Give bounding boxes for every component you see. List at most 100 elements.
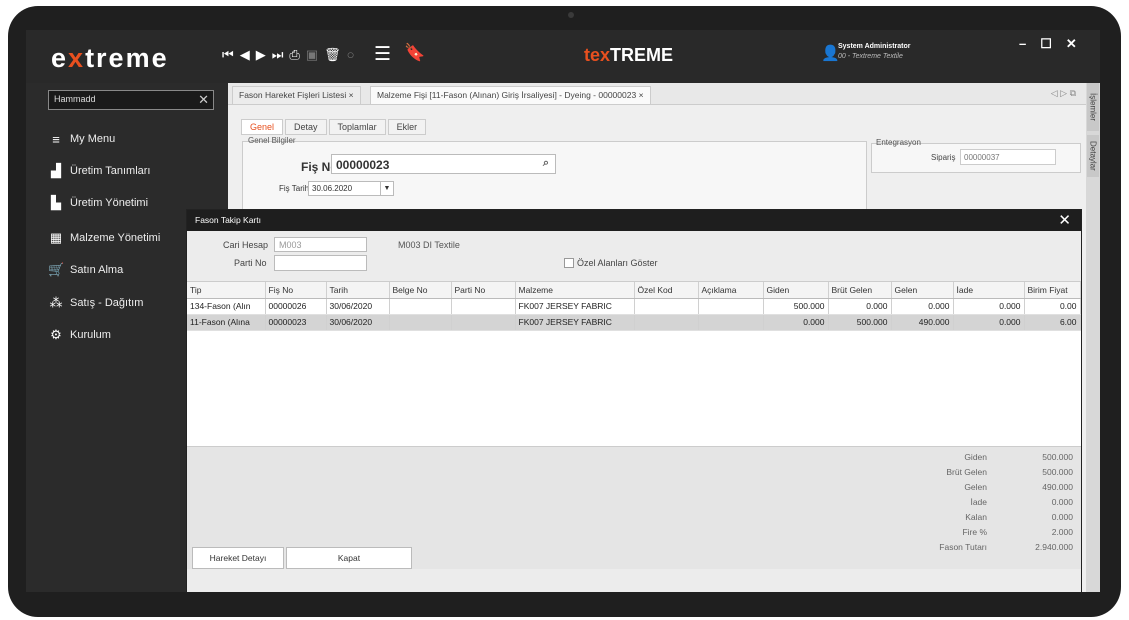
clear-search-icon[interactable]: ✕ [198,92,209,108]
summary-fason-tutari: Fason Tutarı 2.940.000 [939,542,1073,552]
delete-icon[interactable]: 🗑 [324,47,341,63]
subtab-toplamlar[interactable]: Toplamlar [328,119,386,135]
gear-icon: ⚙ [50,327,62,342]
fisno-field[interactable]: 00000023 ⌕ [331,154,556,174]
siparis-field[interactable]: 00000037 [960,149,1056,165]
refresh-icon[interactable]: ○ [347,47,355,63]
siparis-label: Sipariş [931,153,956,162]
record-navigation: ⏮ ◀ ▶ ⏭ ⎙ ▣ 🗑 ○ [222,47,354,63]
minimize-icon[interactable]: – [1019,36,1026,52]
sidebar-item-kurulum[interactable]: ⚙ Kurulum [48,325,111,345]
col-tarih[interactable]: Tarih [326,282,390,299]
col-birim-fiyat[interactable]: Birim Fiyat [1024,282,1081,299]
dialog-buttons: Hareket Detayı Kapat [187,547,1081,592]
parti-no-field[interactable] [274,255,367,271]
factory-roof-icon: ▙ [51,195,61,210]
summary-iade: İade 0.000 [970,497,1073,507]
network-icon: ⁂ [49,295,63,310]
col-partino[interactable]: Parti No [451,282,516,299]
tab-navigation: ◁ ▷ ⧉ [1051,88,1076,99]
tab-fason-hareket-listesi[interactable]: Fason Hareket Fişleri Listesi × [232,86,361,104]
table-header-row: Tip Fiş No Tarih Belge No Parti No Malze… [187,282,1081,299]
summary-gelen: Gelen 490.000 [964,482,1073,492]
cari-hesap-field[interactable]: M003 [274,237,367,252]
summary-brut-gelen: Brüt Gelen 500.000 [946,467,1073,477]
menu-search-input[interactable]: Hammadd ✕ [48,90,214,110]
window-controls: – ☐ ✕ [1019,36,1077,52]
ozel-alanlar-checkbox[interactable] [564,258,574,268]
sidebar-item-uretim-yonetimi[interactable]: ▙ Üretim Yönetimi [48,193,148,213]
print-icon[interactable]: ⎙ [289,47,299,63]
sidebar-item-satin-alma[interactable]: 🛒 Satın Alma [48,260,123,280]
col-aciklama[interactable]: Açıklama [698,282,764,299]
col-giden[interactable]: Giden [763,282,829,299]
cari-hesap-label: Cari Hesap [223,240,269,250]
col-iade[interactable]: İade [953,282,1025,299]
bookmark-icon[interactable]: 🔖 [404,43,425,63]
menu-star-icon: ≡ [52,131,60,147]
save-icon[interactable]: ▣ [306,47,318,63]
form-subtabs: Genel Detay Toplamlar Ekler [241,119,428,135]
sidebar-item-satis-dagitim[interactable]: ⁂ Satış - Dağıtım [48,293,144,313]
subtab-detay[interactable]: Detay [285,119,327,135]
col-gelen[interactable]: Gelen [891,282,954,299]
tab-list-icon[interactable]: ⧉ [1070,88,1076,98]
user-name: System Administrator [838,43,911,50]
tab-next-icon[interactable]: ▷ [1060,88,1067,98]
detaylar-side-tab[interactable]: Detaylar [1087,135,1099,177]
subtab-ekler[interactable]: Ekler [387,119,427,135]
summary-fire: Fire % 2.000 [962,527,1073,537]
cart-icon: 🛒 [48,262,65,277]
chevron-down-icon[interactable]: ▼ [380,182,393,195]
fis-tarihi-field[interactable]: 30.06.2020 ▼ [308,181,394,196]
user-company: 00 - Textreme Textile [838,53,903,60]
dialog-close-icon[interactable]: ✕ [1058,211,1071,229]
entegrasyon-label: Entegrasyon [876,138,921,147]
brand-logo: texTREME [584,45,674,65]
first-record-icon[interactable]: ⏮ [222,47,234,63]
close-tab-icon[interactable]: × [639,90,644,100]
table-row[interactable]: 11-Fason (Alına 00000023 30/06/2020 FK00… [187,314,1081,331]
parti-no-label: Parti No [234,258,267,268]
tab-prev-icon[interactable]: ◁ [1051,88,1058,98]
next-record-icon[interactable]: ▶ [256,47,266,63]
hareket-detayi-button[interactable]: Hareket Detayı [192,547,284,569]
fason-table: Tip Fiş No Tarih Belge No Parti No Malze… [187,282,1081,331]
kapat-button[interactable]: Kapat [286,547,412,569]
document-tabs: Fason Hareket Fişleri Listesi × Malzeme … [228,83,1086,105]
cari-hesap-name: M003 DI Textile [398,240,460,250]
table-row[interactable]: 134-Fason (Alın 00000026 30/06/2020 FK00… [187,298,1081,315]
close-window-icon[interactable]: ✕ [1066,36,1077,52]
sidebar-item-my-menu[interactable]: ≡ My Menu [48,129,115,149]
factory-icon: ▟ [51,163,61,178]
islemler-side-tab[interactable]: İşlemler [1087,83,1099,131]
tab-malzeme-fisi[interactable]: Malzeme Fişi [11-Fason (Alınan) Giriş İr… [370,86,651,104]
fason-grid: Tip Fiş No Tarih Belge No Parti No Malze… [187,281,1081,447]
camera-dot [568,12,574,18]
maximize-icon[interactable]: ☐ [1040,36,1052,52]
sidebar-item-malzeme-yonetimi[interactable]: ▦ Malzeme Yönetimi [48,228,160,248]
col-ozelkod[interactable]: Özel Kod [634,282,699,299]
col-belgeno[interactable]: Belge No [389,282,452,299]
summary-kalan: Kalan 0.000 [965,512,1073,522]
dialog-titlebar: Fason Takip Kartı ✕ [187,210,1081,231]
app-screen: extreme ⏮ ◀ ▶ ⏭ ⎙ ▣ 🗑 ○ ☰ 🔖 texTREME 👤 S… [26,30,1100,592]
col-tip[interactable]: Tip [187,282,266,299]
col-malzeme[interactable]: Malzeme [515,282,635,299]
ozel-alanlar-label: Özel Alanları Göster [577,258,658,268]
dialog-title: Fason Takip Kartı [195,215,261,225]
user-icon: 👤 [821,45,840,62]
boxes-icon: ▦ [49,230,63,245]
col-fisno[interactable]: Fiş No [265,282,327,299]
subtab-genel[interactable]: Genel [241,119,284,135]
close-tab-icon[interactable]: × [349,90,354,100]
summary-giden: Giden 500.000 [964,452,1073,462]
search-icon[interactable]: ⌕ [543,157,549,170]
right-side-strip: İşlemler Detaylar [1086,83,1100,592]
fis-tarihi-label: Fiş Tarihi [279,184,311,193]
col-brut-gelen[interactable]: Brüt Gelen [828,282,892,299]
hamburger-menu-icon[interactable]: ☰ [374,43,391,66]
sidebar-item-uretim-tanimlari[interactable]: ▟ Üretim Tanımları [48,161,150,181]
last-record-icon[interactable]: ⏭ [272,47,284,63]
prev-record-icon[interactable]: ◀ [240,47,250,63]
